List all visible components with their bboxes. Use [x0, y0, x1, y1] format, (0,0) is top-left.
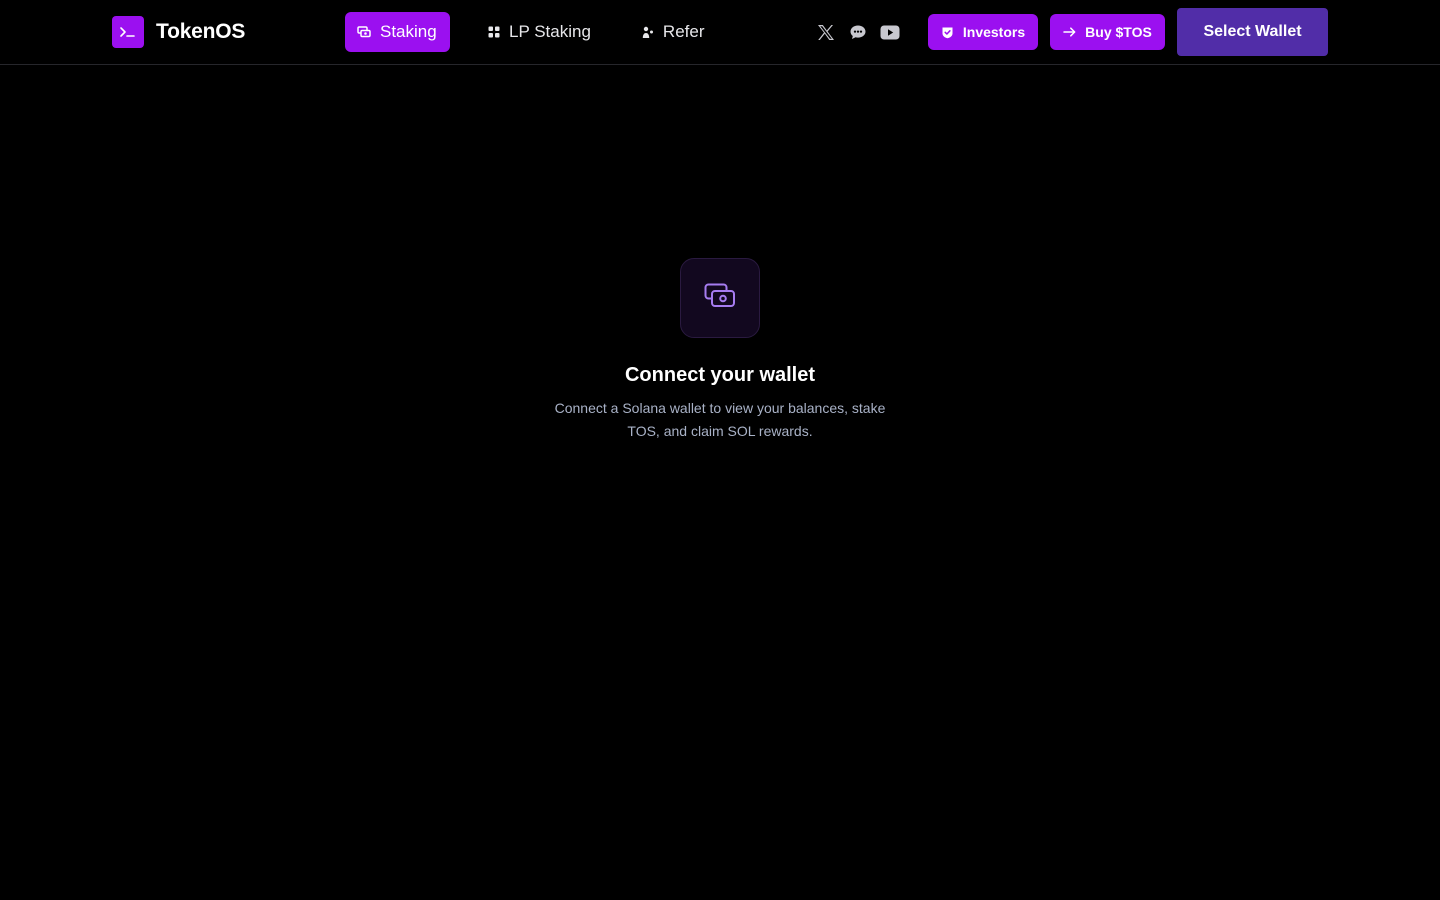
- brand-name: TokenOS: [156, 20, 246, 43]
- buy-tos-button[interactable]: Buy $TOS: [1050, 14, 1165, 50]
- investors-button[interactable]: Investors: [928, 14, 1038, 50]
- select-wallet-button[interactable]: Select Wallet: [1177, 8, 1328, 56]
- nav-item-lp-staking[interactable]: LP Staking: [476, 12, 603, 52]
- terminal-logo-icon: [112, 16, 144, 48]
- nav-item-label: Refer: [662, 22, 705, 41]
- nav-item-label: Staking: [380, 22, 437, 41]
- refer-icon: [642, 26, 654, 39]
- main-nav: Staking LP Staking Refer: [345, 12, 717, 52]
- staking-icon: [357, 26, 371, 38]
- wallet-icon: [704, 283, 736, 314]
- social-links: [814, 20, 902, 44]
- nav-item-staking[interactable]: Staking: [345, 12, 450, 52]
- top-navbar: TokenOS Staking LP Staking Refer Investo…: [0, 0, 1440, 65]
- grid-icon: [488, 26, 500, 38]
- chat-icon[interactable]: [846, 20, 870, 44]
- empty-state-title: Connect your wallet: [624, 364, 816, 386]
- nav-item-refer[interactable]: Refer: [630, 12, 717, 52]
- nav-item-label: LP Staking: [509, 22, 591, 41]
- empty-state-description: Connect a Solana wallet to view your bal…: [554, 400, 886, 439]
- brand[interactable]: TokenOS: [112, 16, 245, 48]
- investors-label: Investors: [962, 24, 1026, 40]
- connect-wallet-empty-state: Connect your wallet Connect a Solana wal…: [520, 258, 920, 443]
- youtube-icon[interactable]: [878, 20, 902, 44]
- buy-tos-label: Buy $TOS: [1085, 24, 1152, 40]
- x-icon[interactable]: [814, 20, 838, 44]
- wallet-icon-tile: [680, 258, 760, 338]
- arrow-right-icon: [1063, 27, 1076, 37]
- investors-icon: [941, 26, 954, 39]
